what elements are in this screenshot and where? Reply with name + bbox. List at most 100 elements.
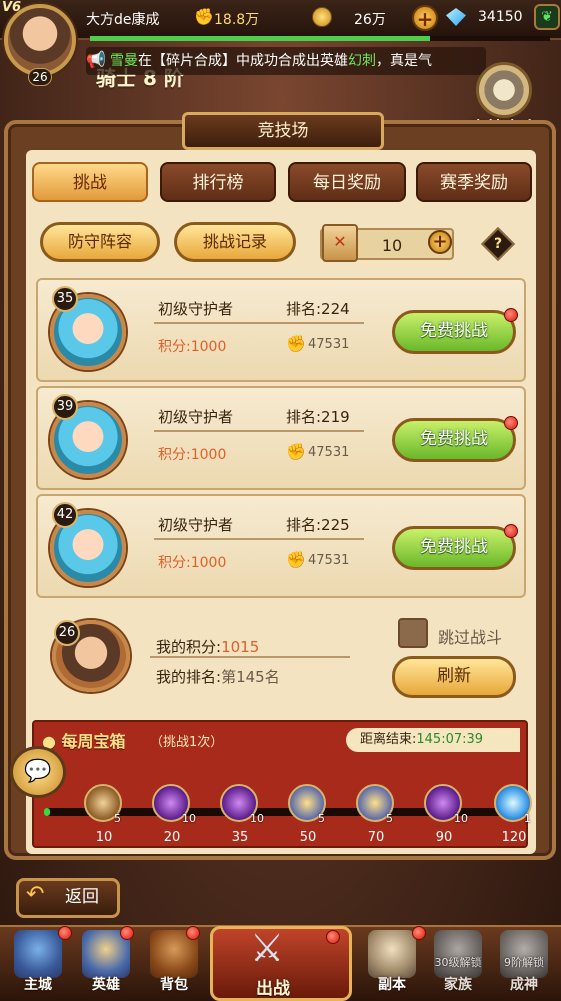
- reward-quantity: 10: [454, 812, 468, 825]
- arena-title: 竞技场: [182, 112, 384, 150]
- opponent-score: 积分:1000: [158, 447, 227, 463]
- my-score-label: 我的积分:: [156, 638, 222, 656]
- fist-icon: ✊: [286, 334, 306, 353]
- opponent-name: 初级守护者: [158, 300, 234, 318]
- add-tickets-button[interactable]: +: [428, 230, 452, 254]
- notification-dot: [326, 930, 340, 944]
- chat-icon[interactable]: 💬: [10, 746, 66, 798]
- opponent-name: 初级守护者: [158, 408, 234, 426]
- nav-main-city[interactable]: 主城: [6, 930, 70, 998]
- opponent-level: 39: [52, 394, 78, 420]
- free-challenge-button[interactable]: 免费挑战: [392, 526, 516, 570]
- refresh-button[interactable]: 刷新: [392, 656, 516, 698]
- notification-dot: [504, 308, 518, 322]
- opponent-score: 积分:1000: [158, 339, 227, 355]
- reward-requirement: 35: [231, 830, 249, 845]
- opponent-rank: 排名:224: [286, 300, 350, 318]
- free-challenge-button[interactable]: 免费挑战: [392, 418, 516, 462]
- divider: [154, 322, 364, 324]
- reward-quantity: 10: [250, 812, 264, 825]
- broadcast-banner: 雪曼在【碎片合成】中成功合成出英雄幻刺，真是气: [86, 47, 486, 75]
- leaf-icon[interactable]: ❦: [534, 4, 560, 30]
- unlock-hint: 30级解锁: [434, 956, 482, 969]
- reward-requirement: 10: [95, 830, 113, 845]
- vip-badge: V6: [2, 0, 22, 15]
- tab-daily-rewards[interactable]: 每日奖励: [288, 162, 406, 202]
- player-gems: 34150: [478, 9, 523, 25]
- player-name: 大方de康成: [86, 12, 160, 28]
- opponent-card: 42 初级守护者 排名:225 积分:1000 ✊ 47531 免费挑战: [36, 494, 526, 598]
- opponent-power: 47531: [308, 553, 350, 568]
- defense-lineup-button[interactable]: 防守阵容: [40, 222, 160, 262]
- reward-requirement: 90: [435, 830, 453, 845]
- reward-requirement: 120: [501, 830, 527, 845]
- nav-label: 家族: [444, 977, 472, 993]
- broadcast-hero: 幻刺: [348, 53, 376, 69]
- weekly-chest-title: ● 每周宝箱: [42, 732, 126, 751]
- nav-guild[interactable]: 家族 30级解锁: [426, 930, 490, 998]
- tab-challenge[interactable]: 挑战: [32, 162, 148, 202]
- free-challenge-button[interactable]: 免费挑战: [392, 310, 516, 354]
- reward-quantity: 5: [114, 812, 121, 825]
- opponent-rank: 排名:219: [286, 408, 350, 426]
- nav-label: 背包: [160, 977, 188, 993]
- coin-icon: [312, 7, 332, 27]
- divider: [154, 538, 364, 540]
- broadcast-suffix: ，真是气: [376, 53, 432, 69]
- notification-dot: [412, 926, 426, 940]
- horn-icon: 📢: [86, 50, 106, 69]
- my-rank-value: 第145名: [221, 668, 280, 686]
- opponent-rank: 排名:225: [286, 516, 350, 534]
- weekly-chest-condition: （挑战1次）: [150, 735, 224, 750]
- fist-icon: ✊: [286, 442, 306, 461]
- crossed-swords-icon: ⚔: [250, 926, 285, 970]
- castle-icon: [14, 930, 62, 978]
- back-arrow-icon: ↶: [26, 882, 45, 907]
- tab-leaderboard[interactable]: 排行榜: [160, 162, 276, 202]
- nav-label: 副本: [378, 977, 406, 993]
- reward-quantity: 5: [318, 812, 325, 825]
- notification-dot: [504, 416, 518, 430]
- skip-battle-label: 跳过战斗: [438, 628, 503, 647]
- skip-battle-checkbox[interactable]: [398, 618, 428, 648]
- my-score-value: 1015: [221, 638, 260, 656]
- divider: [150, 656, 350, 658]
- opponent-level: 42: [52, 502, 78, 528]
- nav-dungeon[interactable]: 副本: [360, 930, 424, 998]
- tower-icon: [368, 930, 416, 978]
- nav-backpack[interactable]: 背包: [142, 930, 206, 998]
- reward-requirement: 20: [163, 830, 181, 845]
- challenge-history-button[interactable]: 挑战记录: [174, 222, 296, 262]
- reward-requirement: 50: [299, 830, 317, 845]
- my-rank: 我的排名:第145名: [156, 666, 280, 687]
- notification-dot: [58, 926, 72, 940]
- countdown: 距离结束:145:07:39: [346, 728, 520, 752]
- reward-requirement: 70: [367, 830, 385, 845]
- exp-bar: [90, 36, 550, 41]
- fist-icon: ✊: [286, 550, 306, 569]
- reward-quantity: 10: [182, 812, 196, 825]
- nav-label: 英雄: [92, 977, 120, 993]
- opponent-level: 35: [52, 286, 78, 312]
- opponent-score: 积分:1000: [158, 555, 227, 571]
- notification-dot: [186, 926, 200, 940]
- my-level: 26: [54, 620, 80, 646]
- nav-ascend[interactable]: 成神 9阶解锁: [492, 930, 556, 998]
- add-currency-button[interactable]: +: [412, 5, 438, 31]
- nav-label: 主城: [24, 977, 52, 993]
- countdown-time: 145:07:39: [416, 732, 484, 747]
- opponent-power: 47531: [308, 445, 350, 460]
- tab-season-rewards[interactable]: 赛季奖励: [416, 162, 532, 202]
- reward-quantity: 5: [386, 812, 393, 825]
- countdown-label: 距离结束:: [360, 732, 417, 747]
- player-power: 18.8万: [214, 12, 260, 28]
- nav-heroes[interactable]: 英雄: [74, 930, 138, 998]
- opponent-card: 35 初级守护者 排名:224 积分:1000 ✊ 47531 免费挑战: [36, 278, 526, 382]
- scroll-icon: ✕: [322, 224, 358, 262]
- broadcast-player: 雪曼: [110, 53, 138, 69]
- divider: [154, 430, 364, 432]
- reward-quantity: 1: [524, 812, 531, 825]
- ticket-count: 10: [381, 236, 403, 255]
- weekly-progress-fill: [44, 808, 50, 816]
- notification-dot: [504, 524, 518, 538]
